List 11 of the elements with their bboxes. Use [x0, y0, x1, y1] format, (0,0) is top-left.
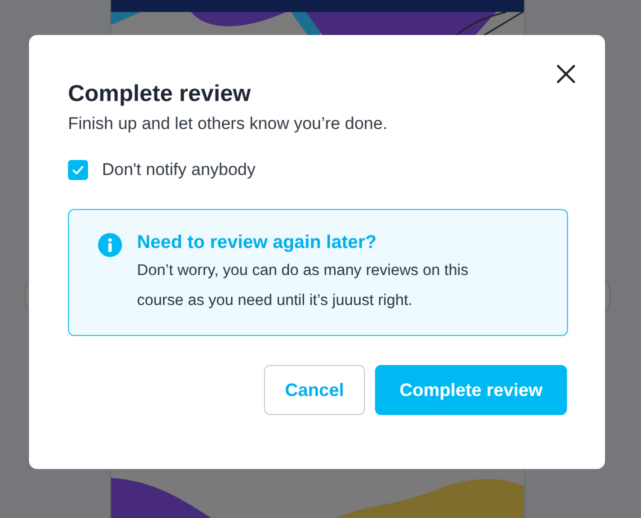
notice-title: Need to review again later?	[137, 230, 378, 254]
cancel-button[interactable]: Cancel	[264, 365, 365, 415]
check-icon	[71, 163, 85, 177]
close-icon[interactable]	[555, 63, 577, 85]
notice-text: Don’t worry, you can do as many reviews on this course as you need until it’s juuust right.	[137, 261, 470, 311]
checkbox-label: Don't notify anybody	[102, 160, 256, 180]
complete-button[interactable]: Complete review	[375, 365, 567, 415]
dialog-title: Complete review	[68, 79, 252, 108]
checkbox[interactable]	[68, 160, 88, 180]
info-icon	[98, 233, 122, 257]
dialog-subtitle: Finish up and let others know you’re done.	[68, 113, 388, 135]
